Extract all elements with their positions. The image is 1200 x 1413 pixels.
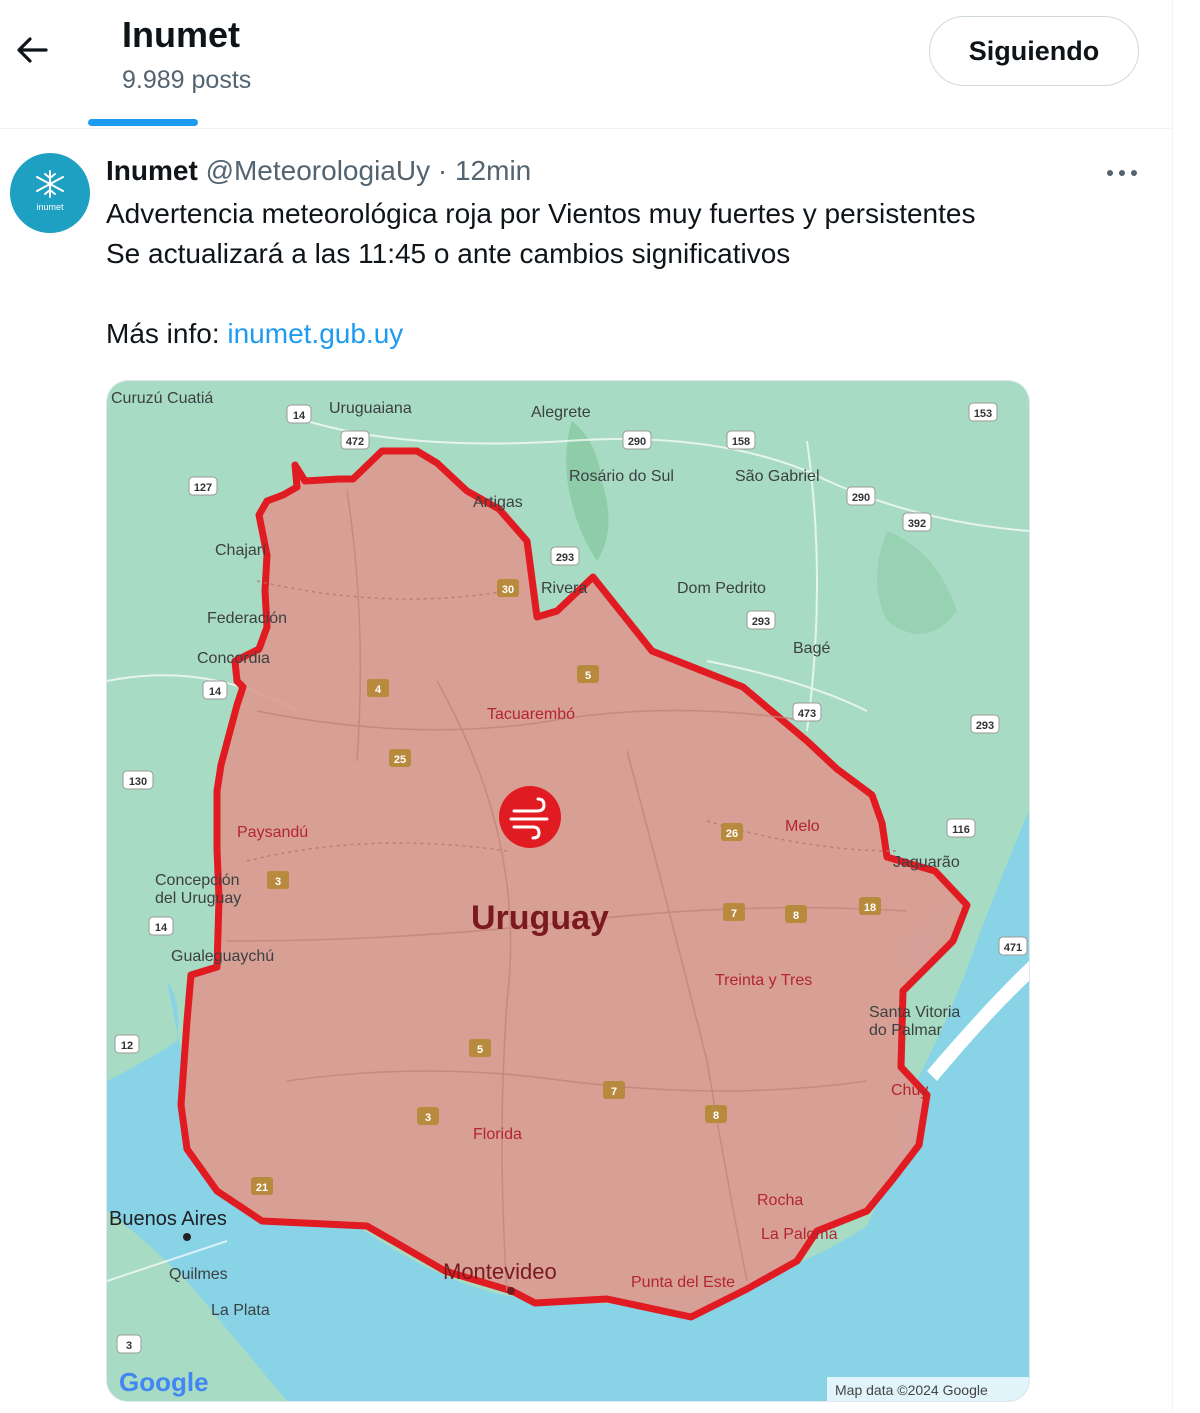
place-label: Concepción: [155, 872, 240, 889]
back-button[interactable]: [12, 30, 52, 70]
place-label: Uruguaiana: [329, 400, 412, 417]
place-label: Punta del Este: [631, 1274, 735, 1291]
country-label: Uruguay: [471, 899, 609, 937]
profile-header: Inumet 9.989 posts Siguiendo: [0, 0, 1172, 129]
more-options-button[interactable]: [1104, 165, 1140, 181]
posts-count: 9.989 posts: [122, 66, 252, 94]
place-label: Buenos Aires: [109, 1208, 227, 1230]
city-dot: [507, 1287, 515, 1295]
place-label: Dom Pedrito: [677, 580, 766, 597]
active-tab-indicator: [88, 119, 198, 126]
column-divider: [1172, 0, 1173, 1413]
avatar-label: inumet: [36, 202, 64, 212]
route-label: 290: [852, 492, 870, 504]
info-link[interactable]: inumet.gub.uy: [227, 318, 403, 349]
tweet-time[interactable]: 12min: [455, 155, 531, 186]
route-label: 7: [731, 908, 737, 920]
route-label: 14: [209, 686, 222, 698]
route-label: 25: [394, 754, 406, 766]
place-label: São Gabriel: [735, 468, 820, 485]
route-label: 473: [798, 708, 816, 720]
place-label: La Paloma: [761, 1226, 838, 1243]
route-label: 8: [793, 910, 799, 922]
route-label: 30: [502, 584, 514, 596]
route-label: 5: [585, 670, 591, 682]
place-label: La Plata: [211, 1302, 270, 1319]
map-image[interactable]: 14 472 290 158 153 127 290 392 293 293 4…: [106, 380, 1030, 1402]
map-attribution[interactable]: Map data ©2024 Google: [835, 1382, 988, 1398]
route-label: 127: [194, 482, 212, 494]
following-button[interactable]: Siguiendo: [929, 16, 1139, 86]
route-label: 293: [556, 552, 574, 564]
place-label: do Palmar: [869, 1022, 943, 1039]
route-label: 21: [256, 1182, 268, 1194]
route-label: 472: [346, 436, 364, 448]
place-label: Gualeguaychú: [171, 948, 274, 965]
place-label: Rosário do Sul: [569, 468, 674, 485]
place-label: Jaguarão: [893, 854, 960, 871]
place-label: del Uruguay: [155, 890, 241, 907]
more-dots-icon: [1107, 170, 1137, 176]
route-label: 153: [974, 408, 992, 420]
route-label: 3: [275, 876, 281, 888]
route-label: 26: [726, 828, 738, 840]
place-label: Curuzú Cuatiá: [111, 390, 213, 407]
route-label: 8: [713, 1110, 719, 1122]
route-label: 130: [129, 776, 147, 788]
info-prefix: Más info:: [106, 318, 228, 349]
place-label: Quilmes: [169, 1266, 228, 1283]
place-label: Melo: [785, 818, 820, 835]
route-label: 18: [864, 902, 876, 914]
place-label: Santa Vitoria: [869, 1004, 960, 1021]
tweet-text-line2: Se actualizará a las 11:45 o ante cambio…: [106, 238, 791, 269]
place-label: Montevideo: [443, 1259, 557, 1284]
author-name[interactable]: Inumet: [106, 155, 198, 186]
place-label: Chajarí: [215, 542, 267, 559]
route-label: 7: [611, 1086, 617, 1098]
route-label: 12: [121, 1040, 133, 1052]
place-label: Concordia: [197, 650, 270, 667]
avatar[interactable]: inumet: [10, 153, 90, 233]
author-handle[interactable]: @MeteorologiaUy: [206, 155, 431, 186]
place-label: Alegrete: [531, 404, 591, 421]
route-label: 116: [952, 824, 970, 836]
place-label: Treinta y Tres: [715, 972, 812, 989]
place-label: Federación: [207, 610, 287, 627]
route-label: 5: [477, 1044, 483, 1056]
route-label: 4: [375, 684, 382, 696]
place-label: Chuy: [891, 1082, 928, 1099]
header-separator: ·: [437, 155, 448, 186]
arrow-left-icon: [17, 37, 48, 63]
place-label: Tacuarembó: [487, 706, 575, 723]
place-label: Paysandú: [237, 824, 308, 841]
place-label: Rivera: [541, 580, 587, 597]
city-dot: [183, 1233, 191, 1241]
route-label: 293: [752, 616, 770, 628]
place-label: Rocha: [757, 1192, 803, 1209]
route-label: 14: [293, 410, 306, 422]
wind-warning-marker[interactable]: [499, 786, 561, 848]
route-label: 14: [155, 922, 168, 934]
route-label: 290: [628, 436, 646, 448]
tweet-info-line: Más info: inumet.gub.uy: [106, 318, 403, 350]
tweet-text-line1: Advertencia meteorológica roja por Vient…: [106, 198, 976, 229]
profile-title: Inumet: [122, 14, 241, 55]
route-label: 293: [976, 720, 994, 732]
route-label: 392: [908, 518, 926, 530]
place-label: Bagé: [793, 640, 830, 657]
route-label: 158: [732, 436, 750, 448]
tweet-header: Inumet @MeteorologiaUy · 12min: [106, 155, 531, 187]
route-label: 3: [126, 1340, 132, 1352]
place-label: Florida: [473, 1126, 522, 1143]
route-label: 471: [1004, 942, 1022, 954]
place-label: Artigas: [473, 494, 523, 511]
route-label: 3: [425, 1112, 431, 1124]
google-logo: Google: [119, 1367, 209, 1397]
inumet-logo-icon: inumet: [36, 170, 64, 212]
